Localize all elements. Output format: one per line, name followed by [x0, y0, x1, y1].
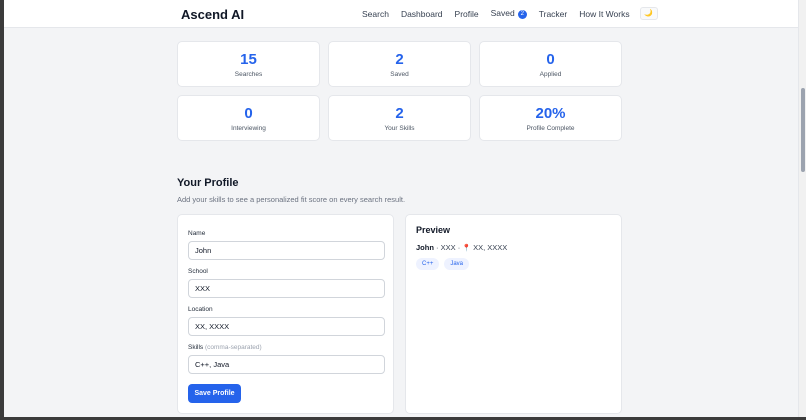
- profile-section-title: Your Profile: [177, 177, 239, 189]
- preview-name: John: [416, 243, 434, 252]
- school-label: School: [188, 268, 208, 275]
- nav-profile[interactable]: Profile: [455, 9, 479, 19]
- window-frame-left: [0, 0, 4, 420]
- main-nav: Search Dashboard Profile Saved 2 Tracker …: [362, 7, 658, 20]
- stat-label: Searches: [234, 71, 263, 78]
- location-input[interactable]: XX, XXXX: [188, 317, 385, 336]
- preview-skill-chips: C++ Java: [416, 258, 470, 270]
- location-label: Location: [188, 306, 213, 313]
- preview-summary: John · XXX · 📍 XX, XXXX: [416, 243, 507, 252]
- school-input[interactable]: XXX: [188, 279, 385, 298]
- saved-count-badge: 2: [517, 9, 527, 19]
- name-label: Name: [188, 230, 206, 237]
- stat-card-profile-complete: 20% Profile Complete: [479, 95, 622, 141]
- page-scrollbar[interactable]: [798, 0, 806, 417]
- stat-value: 15: [240, 51, 257, 68]
- location-pin-icon: 📍: [462, 245, 472, 252]
- save-profile-button[interactable]: Save Profile: [188, 384, 241, 403]
- nav-search[interactable]: Search: [362, 9, 389, 19]
- skills-label-text: Skills: [188, 344, 204, 351]
- stat-label: Your Skills: [384, 125, 415, 132]
- stat-card-skills: 2 Your Skills: [328, 95, 471, 141]
- preview-title: Preview: [416, 225, 451, 235]
- skills-hint: (comma-separated): [204, 344, 262, 351]
- nav-dashboard[interactable]: Dashboard: [401, 9, 443, 19]
- nav-saved[interactable]: Saved 2: [490, 8, 527, 19]
- stat-value: 0: [546, 51, 555, 68]
- profile-preview-card: Preview John · XXX · 📍 XX, XXXX C++ Java: [405, 214, 622, 414]
- stat-label: Saved: [390, 71, 409, 78]
- top-navbar: Ascend AI Search Dashboard Profile Saved…: [4, 0, 798, 28]
- stat-label: Profile Complete: [526, 125, 575, 132]
- skill-chip: Java: [444, 258, 470, 270]
- name-input[interactable]: John: [188, 241, 385, 260]
- skills-label: Skills (comma-separated): [188, 344, 262, 351]
- theme-toggle-button[interactable]: 🌙: [639, 7, 658, 20]
- separator: ·: [436, 243, 439, 252]
- skill-chip: C++: [416, 258, 440, 270]
- stat-value: 2: [395, 51, 404, 68]
- profile-form-card: Name John School XXX Location XX, XXXX S…: [177, 214, 394, 414]
- stat-card-interviewing: 0 Interviewing: [177, 95, 320, 141]
- nav-how-it-works[interactable]: How It Works: [579, 9, 629, 19]
- scrollbar-thumb[interactable]: [801, 88, 805, 172]
- stat-card-searches: 15 Searches: [177, 41, 320, 87]
- brand-logo[interactable]: Ascend AI: [181, 7, 244, 22]
- preview-school: XXX: [440, 243, 456, 252]
- separator: ·: [457, 243, 461, 252]
- preview-location: XX, XXXX: [473, 243, 508, 252]
- nav-tracker[interactable]: Tracker: [539, 9, 568, 19]
- stat-label: Applied: [539, 71, 562, 78]
- stat-card-saved: 2 Saved: [328, 41, 471, 87]
- stats-grid: 15 Searches 2 Saved 0 Applied 0 Intervie…: [177, 41, 622, 141]
- stat-card-applied: 0 Applied: [479, 41, 622, 87]
- nav-saved-label: Saved: [490, 8, 515, 19]
- stat-value: 0: [244, 105, 253, 122]
- stat-label: Interviewing: [231, 125, 266, 132]
- stat-value: 20%: [535, 105, 566, 122]
- stat-value: 2: [395, 105, 404, 122]
- moon-icon: 🌙: [644, 10, 653, 17]
- profile-section-subtitle: Add your skills to see a personalized fi…: [177, 195, 406, 204]
- skills-input[interactable]: C++, Java: [188, 355, 385, 374]
